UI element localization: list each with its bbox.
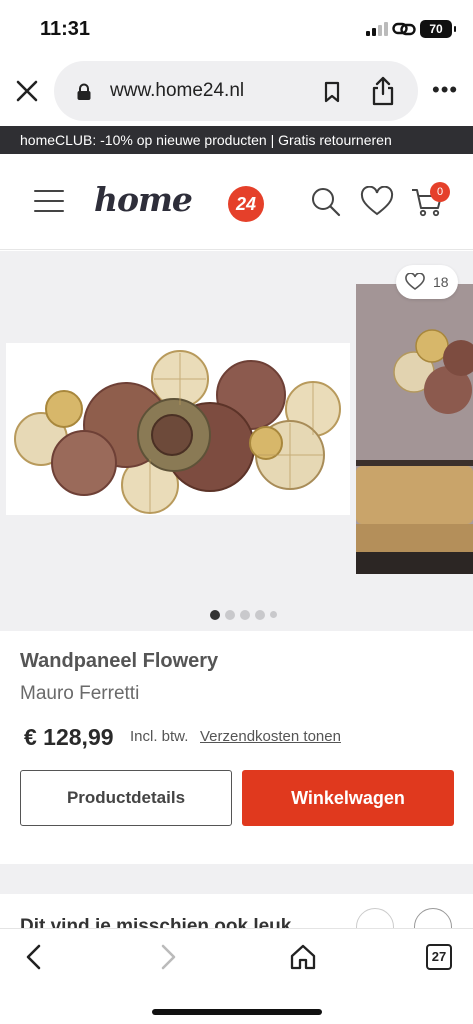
lock-icon <box>77 83 91 100</box>
gallery-dot-active[interactable] <box>210 610 220 620</box>
price-tax-note: Incl. btw. <box>130 728 189 745</box>
product-info-card: Wandpaneel Flowery Mauro Ferretti € 128,… <box>4 632 468 864</box>
shipping-costs-link[interactable]: Verzendkosten tonen <box>200 728 341 745</box>
status-bar: 11:31 70 <box>0 0 473 56</box>
favorite-button[interactable]: 18 <box>396 265 458 299</box>
favorite-count: 18 <box>433 274 449 290</box>
browser-address-bar: www.home24.nl ••• <box>0 56 473 126</box>
product-details-button[interactable]: Productdetails <box>20 770 232 826</box>
url-field[interactable]: www.home24.nl <box>54 61 418 121</box>
product-price: € 128,99 <box>24 724 114 750</box>
product-image-room[interactable] <box>356 284 473 574</box>
wall-panel-illustration <box>14 350 341 514</box>
forward-arrow-icon[interactable] <box>156 943 180 971</box>
back-arrow-icon[interactable] <box>22 943 46 971</box>
product-image-main[interactable] <box>6 343 350 515</box>
close-icon[interactable] <box>12 76 42 106</box>
logo-badge: 24 <box>228 186 264 222</box>
room-scene-illustration <box>356 284 473 574</box>
home-indicator <box>152 1009 322 1015</box>
gallery-dot[interactable] <box>240 610 250 620</box>
home-icon[interactable] <box>289 943 317 971</box>
gallery-dot[interactable] <box>225 610 235 620</box>
promo-banner[interactable]: homeCLUB: -10% op nieuwe producten | Gra… <box>0 126 473 154</box>
link-icon <box>392 22 416 36</box>
section-divider <box>0 864 473 894</box>
recommendations-section: Dit vind je misschien ook leuk <box>0 894 473 928</box>
tabs-count-button[interactable]: 27 <box>426 944 452 970</box>
carousel-prev-button[interactable] <box>356 908 394 928</box>
browser-bottom-toolbar: 27 <box>0 928 473 1024</box>
share-icon[interactable] <box>370 75 396 107</box>
recommendations-title: Dit vind je misschien ook leuk <box>20 916 292 928</box>
home24-logo[interactable]: home 24 <box>94 180 264 224</box>
product-gallery[interactable]: 18 <box>0 251 473 631</box>
hamburger-menu-icon[interactable] <box>34 188 64 214</box>
gallery-dot[interactable] <box>255 610 265 620</box>
search-icon[interactable] <box>310 186 342 218</box>
product-title: Wandpaneel Flowery <box>20 650 219 672</box>
status-time: 11:31 <box>40 18 91 40</box>
heart-icon <box>405 273 425 290</box>
gallery-dot[interactable] <box>270 611 277 618</box>
site-header: home 24 0 <box>0 154 473 250</box>
url-text: www.home24.nl <box>110 80 245 101</box>
cart-count-badge: 0 <box>430 182 450 202</box>
signal-icon <box>366 22 388 36</box>
bookmark-icon[interactable] <box>322 80 342 104</box>
add-to-cart-button[interactable]: Winkelwagen <box>242 770 454 826</box>
logo-text: home <box>94 180 193 219</box>
battery-icon: 70 <box>420 20 456 38</box>
carousel-next-button[interactable] <box>414 908 452 928</box>
more-options-icon[interactable]: ••• <box>432 79 457 102</box>
wishlist-heart-icon[interactable] <box>360 186 394 218</box>
product-brand[interactable]: Mauro Ferretti <box>20 683 139 705</box>
